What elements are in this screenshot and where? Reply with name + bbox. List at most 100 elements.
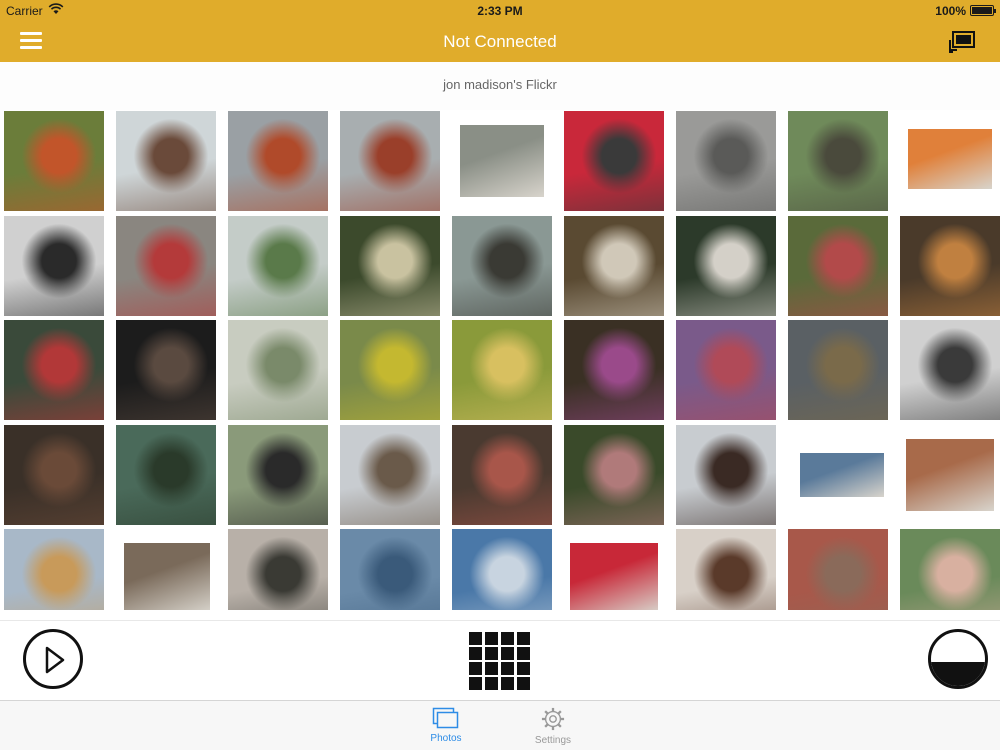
photo-thumbnail[interactable] <box>788 529 888 610</box>
photo-thumbnail[interactable] <box>564 320 664 420</box>
photo-thumbnail[interactable] <box>788 320 888 420</box>
photo-thumbnail[interactable] <box>900 529 1000 610</box>
photo-thumbnail[interactable] <box>228 215 328 316</box>
photo-image <box>570 543 658 610</box>
photo-image <box>116 215 216 316</box>
photo-thumbnail[interactable] <box>676 529 776 610</box>
status-bar: Carrier 2:33 PM 100% <box>0 0 1000 22</box>
photo-thumbnail[interactable] <box>900 320 1000 420</box>
grid-view-icon <box>469 632 482 645</box>
photo-image <box>788 215 888 316</box>
photo-thumbnail[interactable] <box>676 215 776 316</box>
photo-image <box>116 320 216 420</box>
photo-image <box>676 424 776 525</box>
photo-image <box>228 215 328 316</box>
photo-image <box>788 529 888 610</box>
grid-view-icon <box>501 662 514 675</box>
photo-thumbnail[interactable] <box>452 424 552 525</box>
photo-image <box>908 129 992 189</box>
grid-view-icon <box>501 632 514 645</box>
photo-image <box>906 438 994 511</box>
photo-image <box>228 320 328 420</box>
photo-image <box>228 529 328 610</box>
photo-thumbnail[interactable] <box>116 529 216 610</box>
photo-image <box>116 424 216 525</box>
photo-image <box>788 320 888 420</box>
photo-thumbnail[interactable] <box>116 215 216 316</box>
photo-thumbnail[interactable] <box>900 215 1000 316</box>
tab-photos-label: Photos <box>430 733 462 744</box>
photo-thumbnail[interactable] <box>564 424 664 525</box>
photo-image <box>4 529 104 610</box>
photo-image <box>452 320 552 420</box>
photo-thumbnail[interactable] <box>340 320 440 420</box>
photo-thumbnail[interactable] <box>4 529 104 610</box>
photo-thumbnail[interactable] <box>788 215 888 316</box>
play-icon <box>45 646 65 674</box>
tab-photos[interactable]: Photos <box>406 707 486 744</box>
photo-thumbnail[interactable] <box>4 424 104 525</box>
half-circle-icon <box>931 662 985 686</box>
photo-thumbnail[interactable] <box>116 111 216 211</box>
photo-thumbnail[interactable] <box>788 111 888 211</box>
cast-screen-icon[interactable] <box>948 30 976 54</box>
photo-thumbnail[interactable] <box>4 215 104 316</box>
photo-image <box>340 215 440 316</box>
photo-thumbnail[interactable] <box>564 529 664 610</box>
photo-image <box>452 424 552 525</box>
photo-thumbnail[interactable] <box>340 529 440 610</box>
grid-view-icon <box>469 677 482 690</box>
grid-view-icon <box>517 677 530 690</box>
battery-icon <box>970 5 996 16</box>
photo-thumbnail[interactable] <box>340 215 440 316</box>
photo-thumbnail[interactable] <box>676 320 776 420</box>
photo-thumbnail[interactable] <box>676 111 776 211</box>
photo-thumbnail[interactable] <box>228 424 328 525</box>
photo-thumbnail[interactable] <box>900 111 1000 211</box>
photo-image <box>452 529 552 610</box>
grid-view-icon <box>517 632 530 645</box>
photo-image <box>900 320 1000 420</box>
photo-image <box>900 529 1000 610</box>
photo-image <box>676 111 776 211</box>
photo-thumbnail[interactable] <box>228 111 328 211</box>
photo-thumbnail[interactable] <box>452 215 552 316</box>
photo-thumbnail[interactable] <box>116 424 216 525</box>
grid-view-icon <box>485 632 498 645</box>
photos-icon <box>432 707 459 729</box>
photo-thumbnail[interactable] <box>788 424 888 525</box>
gallery-title: jon madison's Flickr <box>0 62 1000 110</box>
photo-thumbnail[interactable] <box>228 529 328 610</box>
photo-image <box>788 111 888 211</box>
photo-thumbnail[interactable] <box>4 111 104 211</box>
grid-view-icon <box>469 662 482 675</box>
photo-image <box>340 111 440 211</box>
tab-settings[interactable]: Settings <box>513 707 593 746</box>
photo-thumbnail[interactable] <box>564 111 664 211</box>
grid-view-icon <box>485 647 498 660</box>
photo-thumbnail[interactable] <box>564 215 664 316</box>
photo-image <box>228 424 328 525</box>
photo-thumbnail[interactable] <box>900 424 1000 525</box>
photo-thumbnail[interactable] <box>116 320 216 420</box>
battery-percent: 100% <box>935 4 966 18</box>
photo-thumbnail[interactable] <box>452 529 552 610</box>
photo-image <box>564 111 664 211</box>
photo-image <box>676 215 776 316</box>
photo-thumbnail[interactable] <box>340 424 440 525</box>
grid-view-button[interactable] <box>469 632 531 694</box>
photo-thumbnail[interactable] <box>4 320 104 420</box>
play-button[interactable] <box>23 629 83 689</box>
photo-image <box>124 543 210 610</box>
photo-thumbnail[interactable] <box>676 424 776 525</box>
photo-thumbnail[interactable] <box>340 111 440 211</box>
photo-thumbnail[interactable] <box>452 111 552 211</box>
photo-image <box>460 125 544 197</box>
theme-toggle-button[interactable] <box>928 629 988 689</box>
photo-thumbnail[interactable] <box>228 320 328 420</box>
photo-image <box>228 111 328 211</box>
grid-view-icon <box>501 677 514 690</box>
photo-thumbnail[interactable] <box>452 320 552 420</box>
connection-status-title: Not Connected <box>443 32 557 51</box>
grid-view-icon <box>517 662 530 675</box>
